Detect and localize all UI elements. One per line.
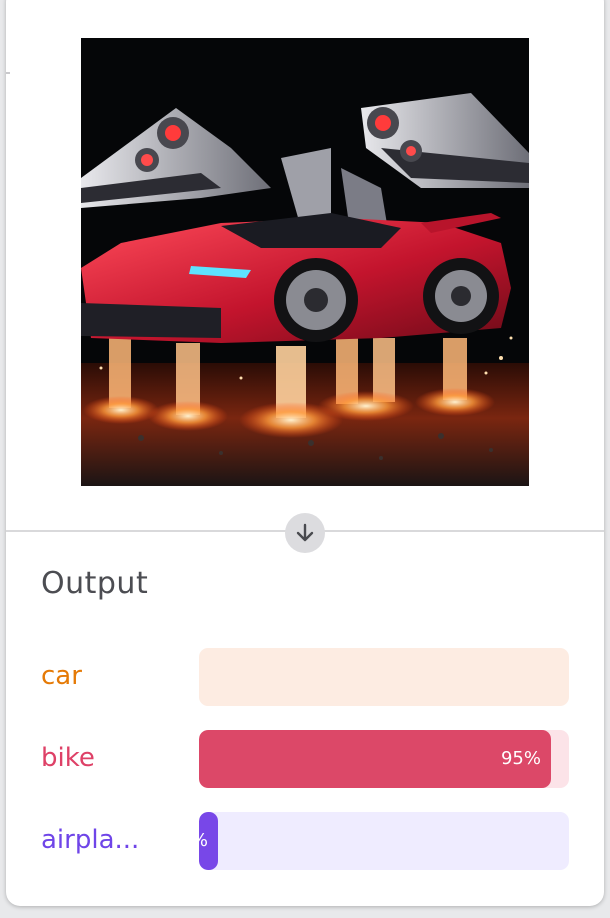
confidence-bar-fill: % [199, 812, 218, 870]
result-row-2: airpla...% [41, 812, 569, 870]
confidence-bar-track: % [199, 812, 569, 870]
output-title: Output [41, 566, 149, 601]
preview-image [81, 38, 529, 486]
result-label: car [41, 661, 82, 691]
result-row-1: bike 95% [41, 730, 569, 788]
red-flying-sports-car-image [81, 38, 529, 486]
arrow-down-icon [296, 523, 314, 542]
output-card: Output car bike 95% airpla...% [6, 0, 604, 906]
confidence-bar-fill: 95% [199, 730, 551, 788]
result-row-0: car [41, 648, 569, 706]
left-edge-marker [6, 72, 10, 74]
arrow-down-button[interactable] [285, 513, 325, 553]
confidence-bar-track: 95% [199, 730, 569, 788]
result-label: bike [41, 743, 95, 773]
confidence-percent: % [199, 830, 208, 851]
result-label: airpla... [41, 825, 140, 855]
confidence-bar-track [199, 648, 569, 706]
confidence-percent: 95% [500, 748, 541, 769]
